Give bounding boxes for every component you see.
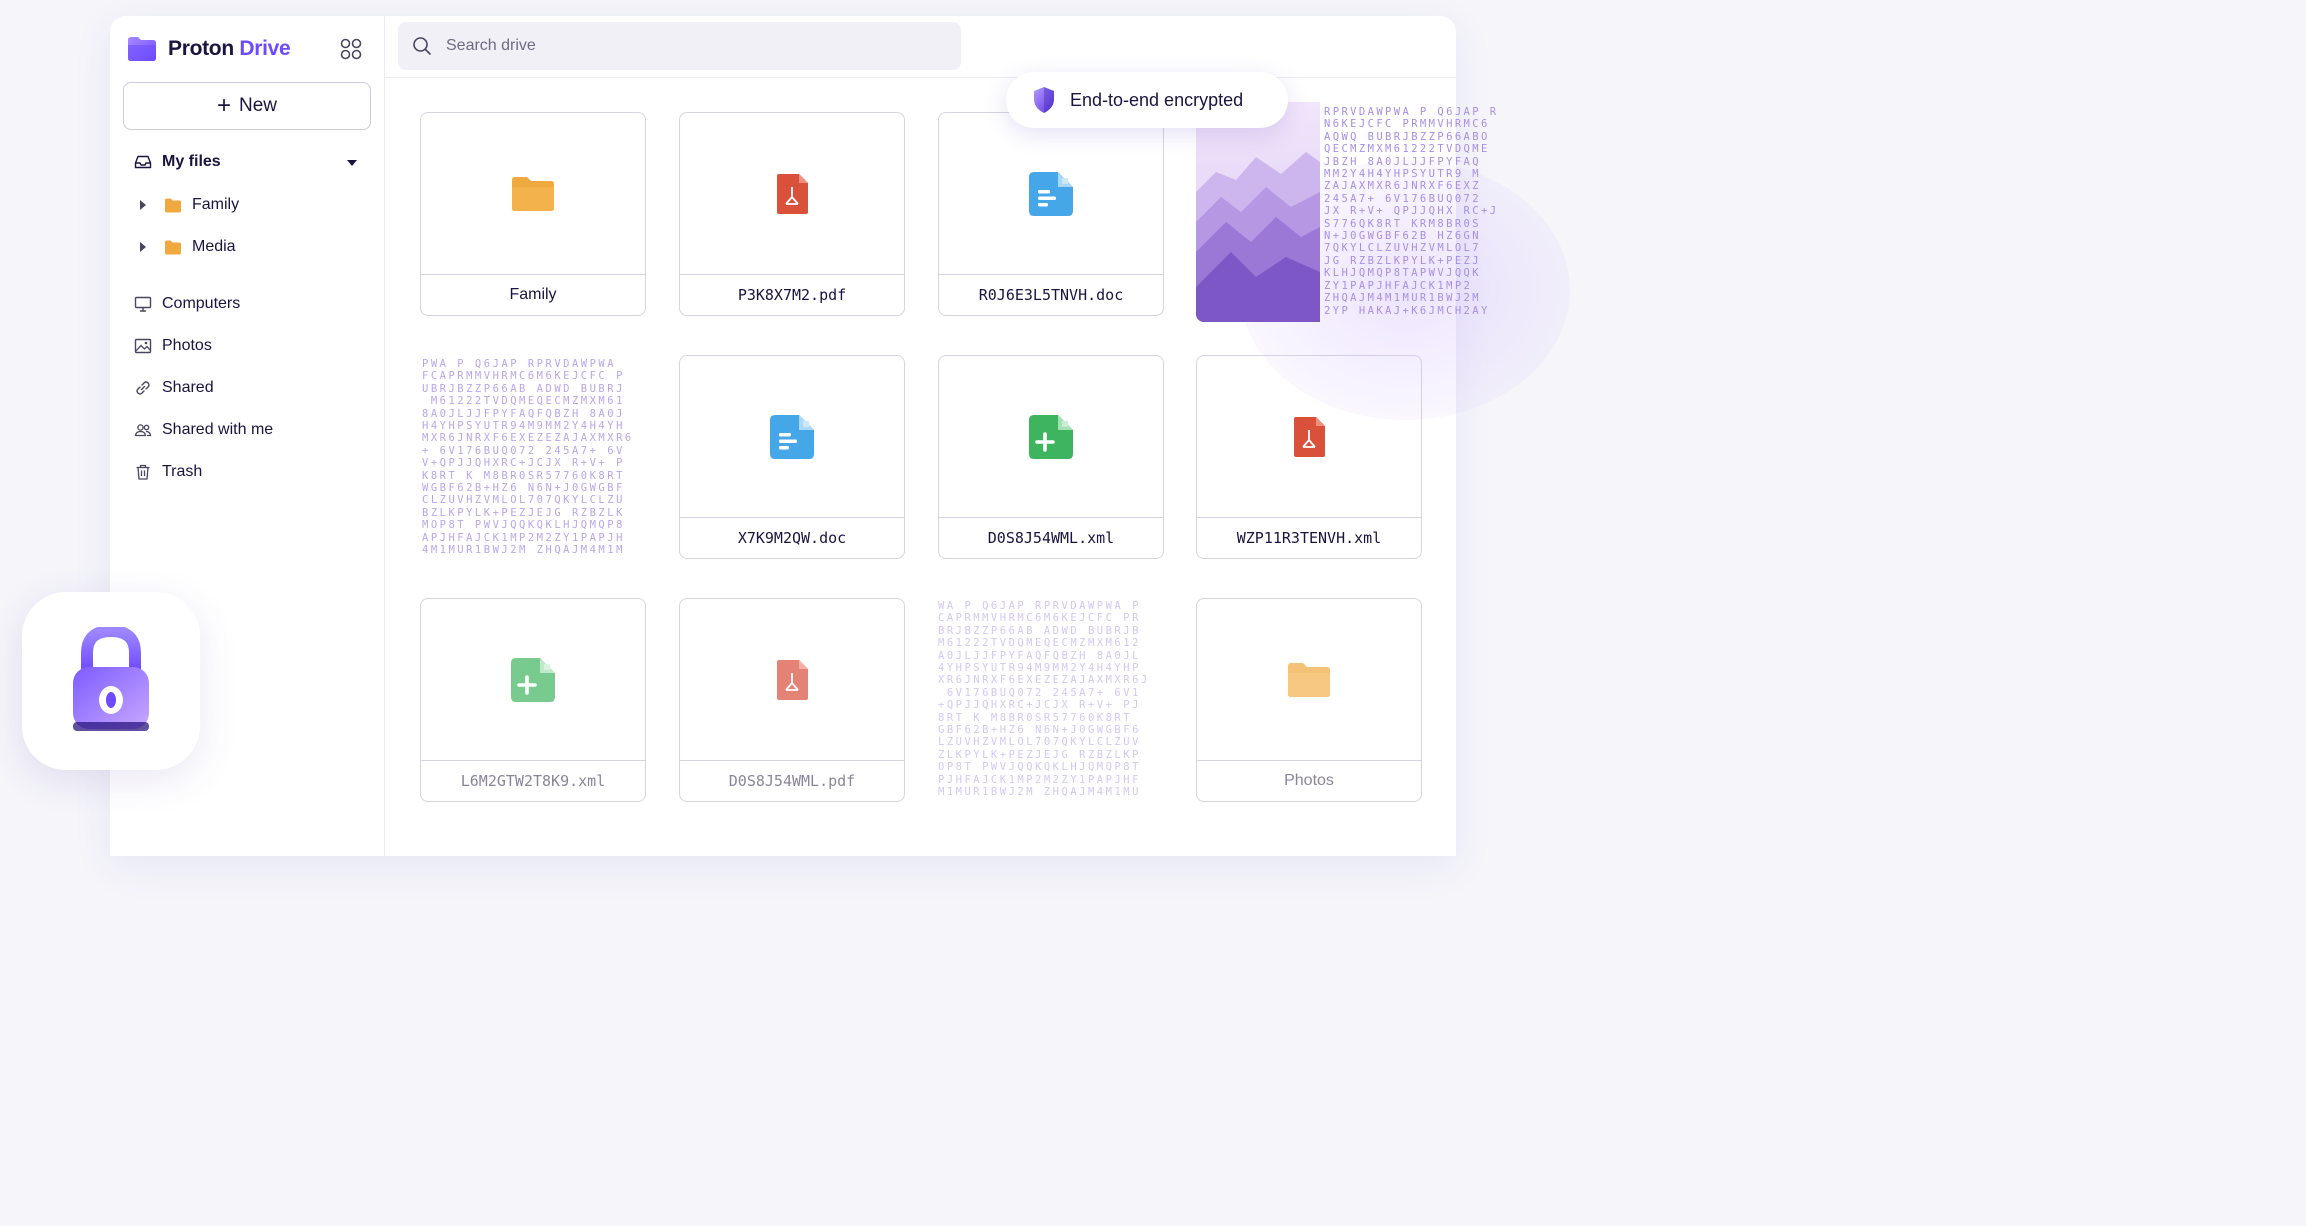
pdf-file-icon [777,659,808,700]
encrypted-file-cipher: WA P Q6JAP RPRVDAWPWA P CAPRMMVHRMC6M6KE… [938,600,1150,799]
users-icon [134,424,152,437]
trash-icon [136,464,150,480]
brand-name: Proton Drive [168,37,291,60]
image-icon [134,338,152,354]
spreadsheet-file-icon [511,657,555,702]
nav-label: Shared [162,379,214,396]
inbox-icon [134,155,152,169]
nav-label: Shared with me [162,421,274,438]
tree-item-label: Media [192,238,236,255]
tree-item-label: Family [192,196,240,213]
badge-label: End-to-end encrypted [1070,89,1244,110]
plus-icon: + [216,92,231,119]
file-name: X7K9M2QW.doc [680,517,904,558]
search-icon [413,37,431,55]
caret-right-icon[interactable] [140,200,146,210]
file-card-photos[interactable]: Photos [1196,598,1422,802]
monitor-icon [134,296,152,312]
search-input[interactable] [444,36,908,56]
file-thumbnail [421,113,645,274]
file-name: D0S8J54WML.xml [939,517,1163,558]
spreadsheet-file-icon [1029,414,1073,459]
new-button-label: New [239,95,278,116]
file-thumbnail [680,356,904,517]
folder-icon [165,240,181,254]
sidebar-item-computers[interactable]: Computers [134,295,240,313]
proton-drive-logo[interactable]: Proton Drive [126,34,291,64]
header-divider [384,77,1456,78]
file-thumbnail [680,113,904,274]
encrypted-file-cipher: PWA P Q6JAP RPRVDAWPWA FCAPRMMVHRMC6M6KE… [422,358,634,557]
folder-icon [165,198,181,212]
file-name: R0J6E3L5TNVH.doc [939,274,1163,315]
mountain-photo [1196,102,1320,322]
file-card-pdf[interactable]: D0S8J54WML.pdf [679,598,905,802]
drive-logo-icon [128,37,156,61]
chevron-down-icon[interactable] [347,160,357,166]
file-thumbnail [680,599,904,760]
shield-icon [1034,87,1054,113]
file-name: Photos [1197,760,1421,801]
my-files-label: My files [162,153,221,170]
file-card-sheet[interactable]: D0S8J54WML.xml [938,355,1164,559]
new-button[interactable]: + New [123,82,371,130]
sidebar-item-my-files[interactable]: My files [134,153,221,171]
pdf-file-icon [777,173,808,214]
app-grid-icon[interactable] [340,38,362,60]
file-name: WZP11R3TENVH.xml [1197,517,1421,558]
file-card-sheet[interactable]: L6M2GTW2T8K9.xml [420,598,646,802]
sidebar-item-photos[interactable]: Photos [134,337,212,355]
padlock-icon [73,627,149,731]
file-name: P3K8X7M2.pdf [680,274,904,315]
file-card-pdf[interactable]: P3K8X7M2.pdf [679,112,905,316]
nav-label: Computers [162,295,241,312]
file-card-doc[interactable]: R0J6E3L5TNVH.doc [938,112,1164,316]
file-name: L6M2GTW2T8K9.xml [421,760,645,801]
doc-file-icon [1029,171,1073,216]
sidebar-item-shared[interactable]: Shared [134,379,214,397]
sidebar-item-shared-with-me[interactable]: Shared with me [134,421,273,439]
file-name: Family [421,274,645,315]
file-thumbnail [421,599,645,760]
link-icon [136,381,150,395]
nav-label: Photos [162,337,212,354]
doc-file-icon [770,414,814,459]
file-card-doc[interactable]: X7K9M2QW.doc [679,355,905,559]
search-bar[interactable] [398,22,961,70]
caret-right-icon[interactable] [140,242,146,252]
nav-label: Trash [162,463,203,480]
lock-illustration [22,592,200,770]
file-thumbnail [939,356,1163,517]
pdf-file-icon [1294,416,1325,457]
mountain-image [1196,102,1320,322]
folder-icon [1288,662,1330,697]
encryption-badge: End-to-end encrypted [1006,72,1288,128]
file-thumbnail [1197,599,1421,760]
file-card-family[interactable]: Family [420,112,646,316]
folder-icon [512,176,554,211]
encrypted-photo-cipher: RPRVDAWPWA P Q6JAP R N6KEJCFC PRMMVHRMC6… [1324,106,1499,317]
tree-item-media[interactable]: Media [140,238,236,256]
file-thumbnail [939,113,1163,274]
file-name: D0S8J54WML.pdf [680,760,904,801]
tree-item-family[interactable]: Family [140,196,239,214]
sidebar-item-trash[interactable]: Trash [134,463,202,481]
